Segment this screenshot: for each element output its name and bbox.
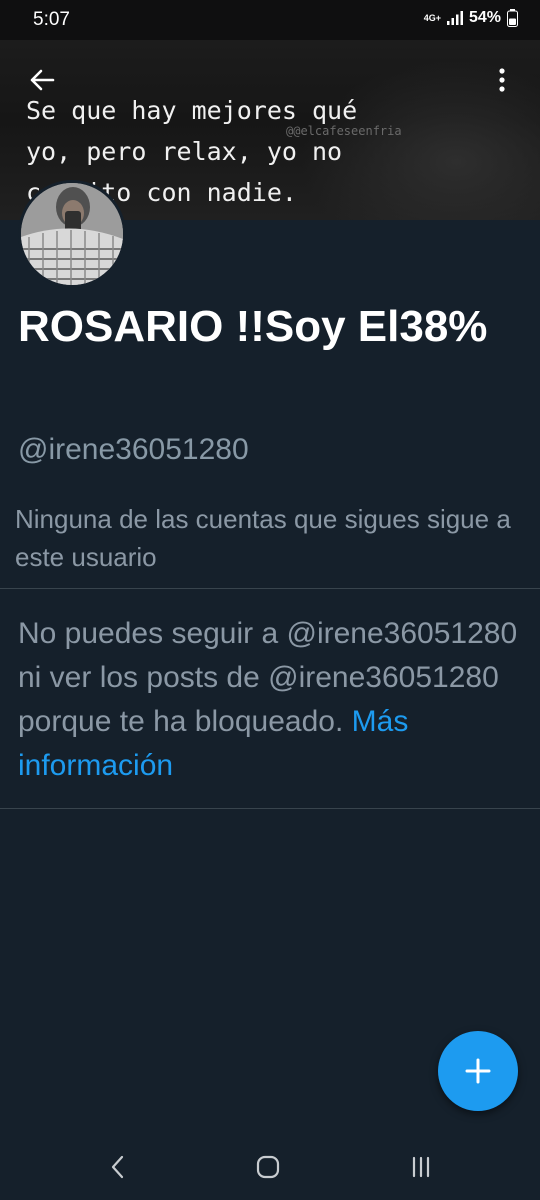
status-bar: 5:07 4G+ 54%: [0, 0, 540, 40]
status-time: 5:07: [33, 9, 70, 30]
profile-handle: @irene36051280: [18, 433, 249, 466]
system-nav-bar: [0, 1130, 540, 1200]
avatar-image: [21, 183, 123, 285]
divider: [0, 808, 540, 809]
compose-button[interactable]: [438, 1031, 518, 1111]
status-icons: 4G+ 54%: [424, 9, 518, 27]
battery-percent: 54%: [468, 9, 501, 26]
divider: [0, 588, 540, 589]
more-vertical-icon[interactable]: [490, 64, 514, 96]
avatar[interactable]: [18, 180, 126, 288]
display-name: ROSARIO !!Soy El38%: [18, 302, 488, 351]
network-type: 4G+: [423, 12, 441, 23]
banner-watermark: @@elcafeseenfria: [286, 124, 402, 138]
blocked-message: No puedes seguir a @irene36051280 ni ver…: [18, 617, 518, 738]
chevron-left-icon[interactable]: [103, 1152, 133, 1182]
followers-you-know-note: Ninguna de las cuentas que sigues sigue …: [15, 504, 511, 572]
plus-icon: [465, 1058, 491, 1084]
home-circle-icon[interactable]: [253, 1152, 283, 1182]
signal-icon: [446, 11, 463, 25]
battery-icon: [507, 9, 518, 27]
back-arrow-icon[interactable]: [26, 64, 58, 96]
blocked-notice: No puedes seguir a @irene36051280 ni ver…: [18, 612, 528, 788]
recents-icon[interactable]: [406, 1152, 436, 1182]
